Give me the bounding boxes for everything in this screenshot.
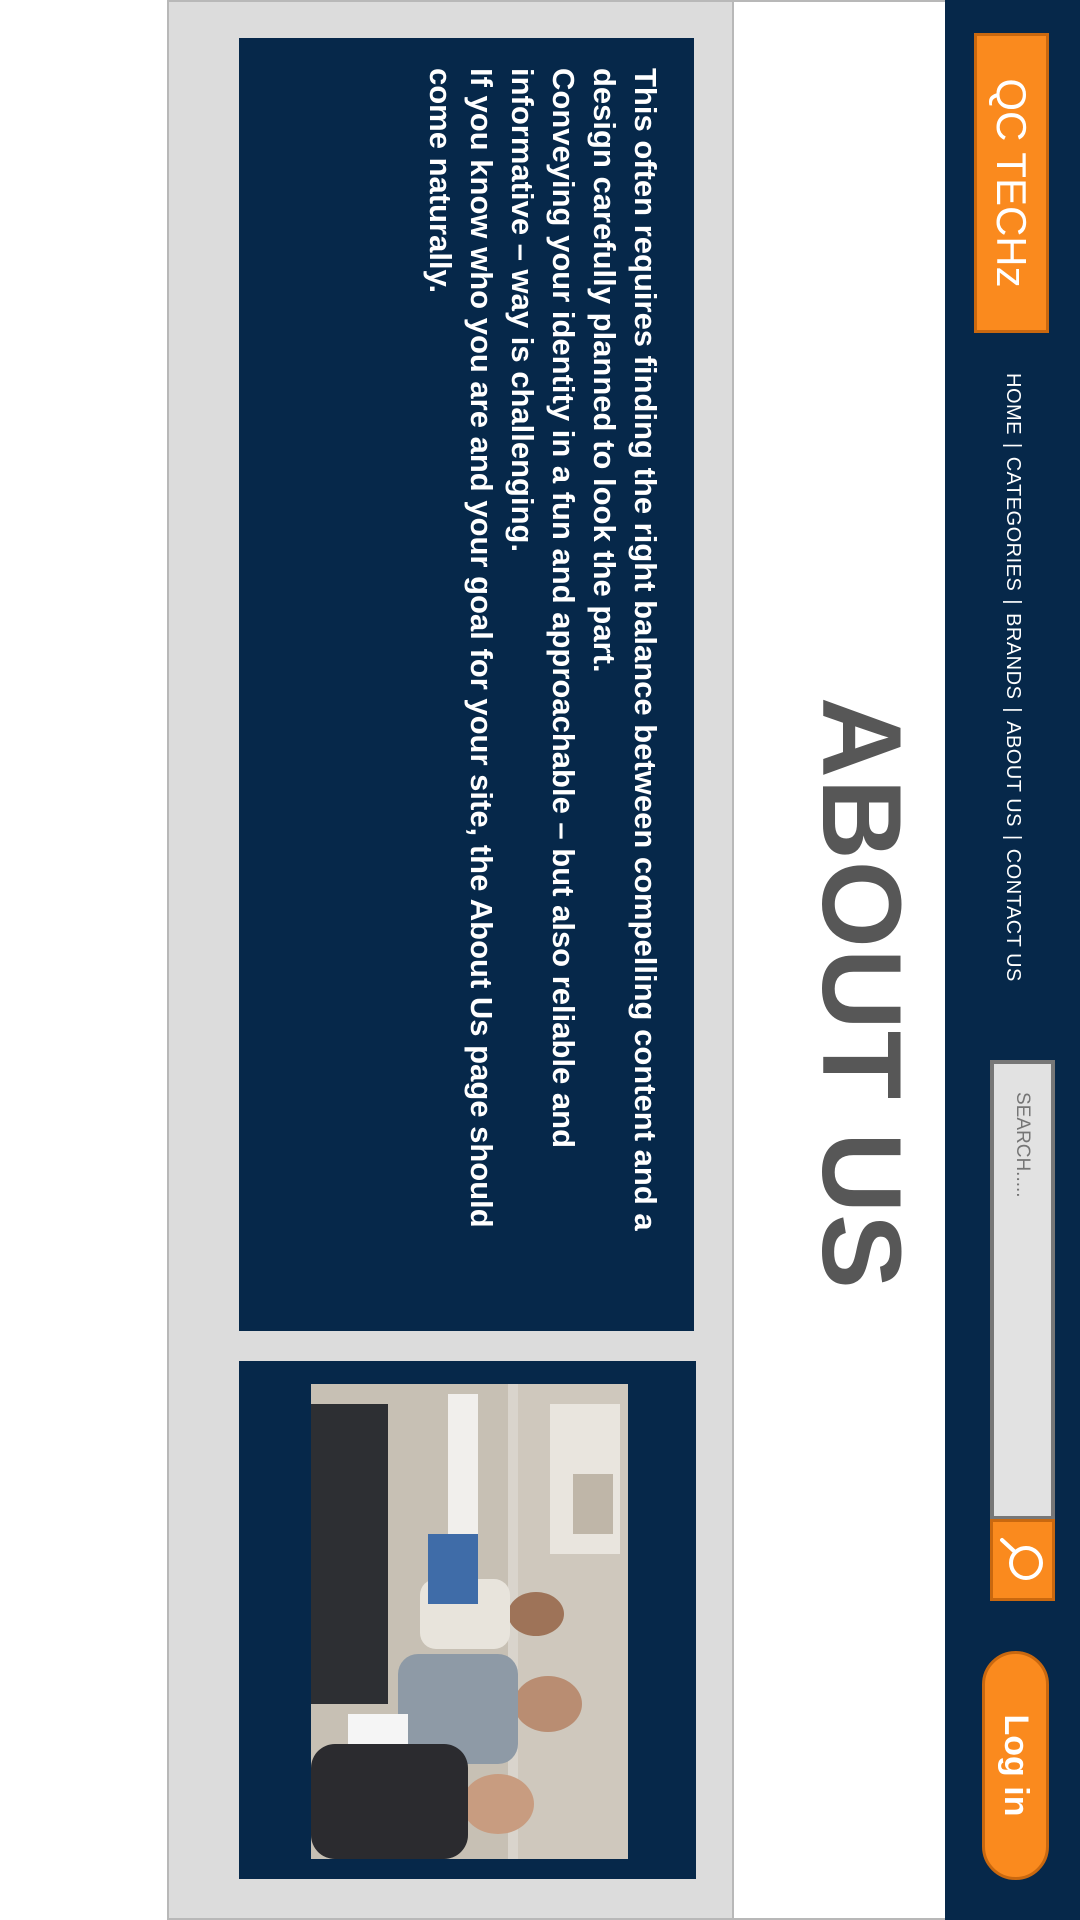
nav-separator: | [1002, 835, 1024, 841]
nav-item-categories[interactable]: CATEGORIES [1001, 457, 1024, 592]
search-input[interactable] [990, 1060, 1055, 1520]
login-button[interactable]: Log in [982, 1651, 1049, 1880]
nav-item-home[interactable]: HOME [1001, 373, 1024, 435]
header-bar: QC TECHz HOME | CATEGORIES | BRANDS | AB… [945, 0, 1080, 1920]
nav-separator: | [1002, 707, 1024, 714]
about-text-panel: This often requires finding the right ba… [239, 38, 694, 1331]
team-photo [311, 1384, 628, 1859]
main-nav: HOME | CATEGORIES | BRANDS | ABOUT US | … [995, 373, 1030, 982]
image-panel [239, 1361, 696, 1879]
about-paragraph-3: If you know who you are and your goal fo… [423, 68, 499, 1228]
search-button[interactable] [990, 1519, 1055, 1601]
about-content-section: This often requires finding the right ba… [167, 0, 732, 1920]
nav-separator: | [1002, 443, 1024, 449]
page-title: ABOUT US [799, 697, 924, 1290]
title-band: ABOUT US [732, 0, 945, 1920]
nav-item-about-us[interactable]: ABOUT US [1001, 721, 1024, 827]
page-root: QC TECHz HOME | CATEGORIES | BRANDS | AB… [0, 0, 1080, 1920]
nav-item-contact-us[interactable]: CONTACT US [1001, 849, 1024, 982]
about-paragraph-2: Conveying your identity in a fun and app… [505, 68, 581, 1149]
about-paragraph-1: This often requires finding the right ba… [587, 68, 663, 1231]
site-logo[interactable]: QC TECHz [974, 33, 1049, 333]
nav-separator: | [1002, 599, 1024, 606]
nav-item-brands[interactable]: BRANDS [1001, 613, 1024, 699]
search-icon [1000, 1538, 1044, 1580]
